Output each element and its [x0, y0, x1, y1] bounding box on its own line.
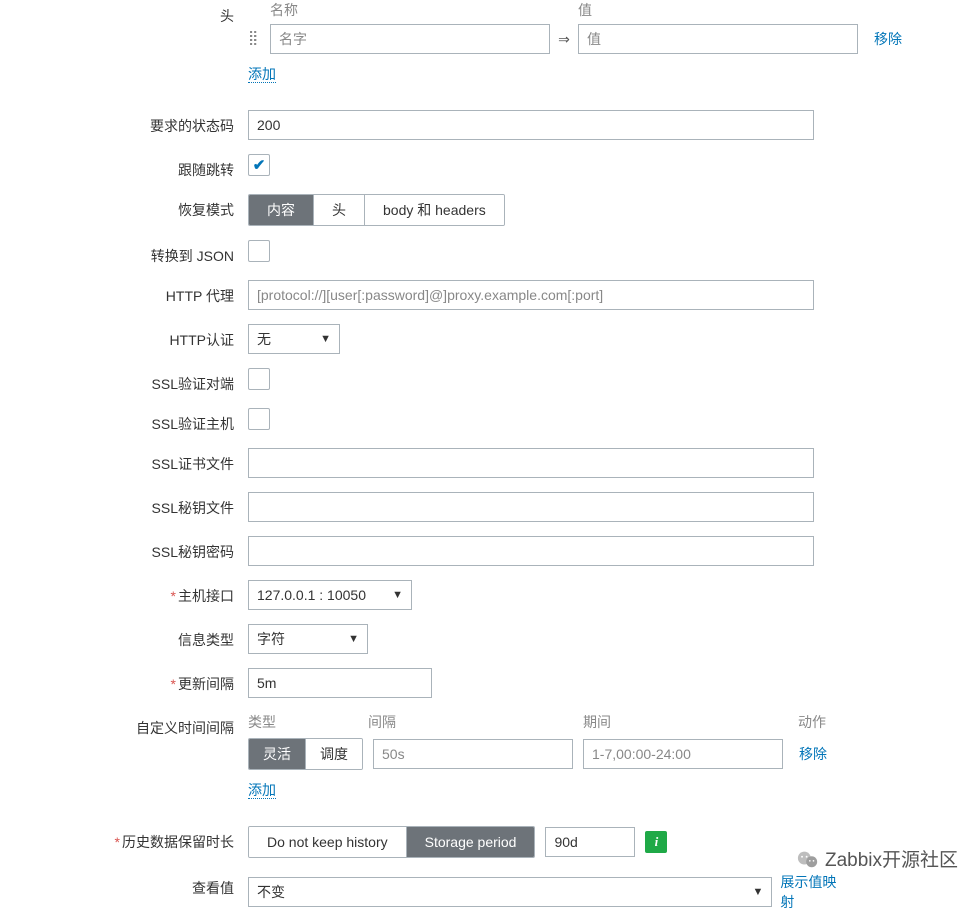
ci-col-period: 期间: [583, 712, 798, 732]
status-codes-label: 要求的状态码: [0, 110, 248, 136]
follow-redirects-checkbox[interactable]: [248, 154, 270, 176]
ssl-key-file-input[interactable]: [248, 492, 814, 522]
caret-down-icon: ▼: [320, 333, 331, 345]
header-name-input[interactable]: [270, 24, 550, 54]
host-if-selected: 127.0.0.1 : 10050: [257, 587, 366, 603]
view-value-select[interactable]: 不变 ▼: [248, 877, 772, 907]
custom-intervals-label: 自定义时间间隔: [0, 712, 248, 738]
ssl-verify-host-label: SSL验证主机: [0, 408, 248, 434]
ci-type-seg: 灵活 调度: [248, 738, 363, 770]
caret-down-icon: ▼: [348, 633, 359, 645]
ci-type-scheduling[interactable]: 调度: [306, 739, 362, 769]
headers-col-value: 值: [578, 0, 592, 20]
ssl-key-file-label: SSL秘钥文件: [0, 492, 248, 518]
ci-col-type: 类型: [248, 712, 368, 732]
ci-interval-input[interactable]: [373, 739, 573, 769]
ci-col-interval: 间隔: [368, 712, 583, 732]
ssl-verify-peer-checkbox[interactable]: [248, 368, 270, 390]
host-if-select[interactable]: 127.0.0.1 : 10050 ▼: [248, 580, 412, 610]
history-seg: Do not keep history Storage period: [248, 826, 535, 858]
ci-period-input[interactable]: [583, 739, 783, 769]
http-auth-label: HTTP认证: [0, 324, 248, 350]
ci-add-link[interactable]: 添加: [248, 782, 276, 799]
http-auth-selected: 无: [257, 329, 271, 349]
headers-col-name: 名称: [270, 0, 550, 20]
ssl-verify-peer-label: SSL验证对端: [0, 368, 248, 394]
caret-down-icon: ▼: [392, 589, 403, 601]
to-json-label: 转换到 JSON: [0, 240, 248, 266]
history-storage[interactable]: Storage period: [407, 827, 535, 857]
history-label: *历史数据保留时长: [0, 826, 248, 852]
info-type-label: 信息类型: [0, 624, 248, 650]
status-codes-input[interactable]: [248, 110, 814, 140]
drag-handle-icon[interactable]: ⠿⠿: [248, 35, 264, 43]
value-map-link[interactable]: 展示值映射: [780, 872, 848, 912]
http-auth-select[interactable]: 无 ▼: [248, 324, 340, 354]
header-add-link[interactable]: 添加: [248, 66, 276, 83]
http-proxy-input[interactable]: [248, 280, 814, 310]
history-no-keep[interactable]: Do not keep history: [249, 827, 407, 857]
http-proxy-label: HTTP 代理: [0, 280, 248, 306]
retrieve-mode-label: 恢复模式: [0, 194, 248, 220]
info-type-select[interactable]: 字符 ▼: [248, 624, 368, 654]
retrieve-mode-headers[interactable]: 头: [314, 195, 365, 225]
ssl-key-pw-label: SSL秘钥密码: [0, 536, 248, 562]
ssl-cert-file-input[interactable]: [248, 448, 814, 478]
to-json-checkbox[interactable]: [248, 240, 270, 262]
ssl-key-pw-input[interactable]: [248, 536, 814, 566]
brand-text: Zabbix开源社区: [825, 845, 958, 872]
header-value-input[interactable]: [578, 24, 858, 54]
ssl-cert-file-label: SSL证书文件: [0, 448, 248, 474]
ci-remove-link[interactable]: 移除: [799, 744, 827, 764]
ci-col-action: 动作: [798, 712, 826, 732]
view-value-selected: 不变: [257, 882, 285, 902]
caret-down-icon: ▼: [752, 886, 763, 898]
wechat-icon: [797, 849, 819, 869]
history-value-input[interactable]: [545, 827, 635, 857]
info-icon[interactable]: i: [645, 831, 667, 853]
retrieve-mode-content[interactable]: 内容: [249, 195, 314, 225]
header-remove-link[interactable]: 移除: [874, 29, 902, 49]
info-type-selected: 字符: [257, 629, 285, 649]
update-interval-label: *更新间隔: [0, 668, 248, 694]
retrieve-mode-both[interactable]: body 和 headers: [365, 195, 504, 225]
ci-type-flexible[interactable]: 灵活: [249, 739, 306, 769]
host-if-label: *主机接口: [0, 580, 248, 606]
brand-watermark: Zabbix开源社区: [797, 845, 958, 872]
retrieve-mode-seg: 内容 头 body 和 headers: [248, 194, 505, 226]
arrow-icon: ⇒: [550, 31, 578, 48]
follow-redirects-label: 跟随跳转: [0, 154, 248, 180]
update-interval-input[interactable]: [248, 668, 432, 698]
view-value-label: 查看值: [0, 872, 248, 898]
ssl-verify-host-checkbox[interactable]: [248, 408, 270, 430]
headers-label: 头: [0, 0, 248, 26]
